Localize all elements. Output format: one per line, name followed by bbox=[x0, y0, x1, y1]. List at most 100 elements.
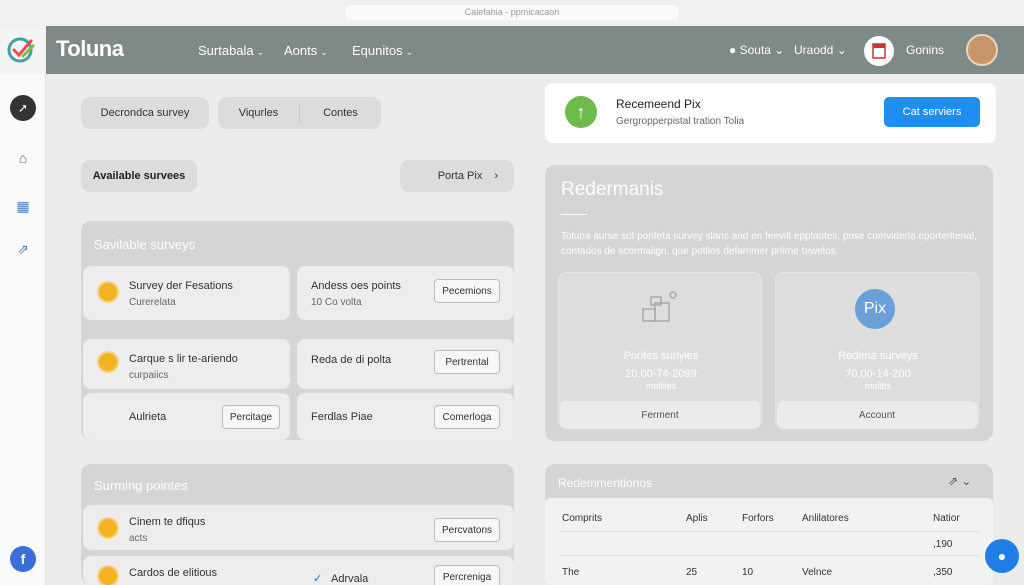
boxes-icon bbox=[642, 291, 677, 322]
survey-card[interactable]: Reda de di polta Pertrental bbox=[297, 339, 514, 389]
get-surveys-button[interactable]: Cat serviers bbox=[884, 97, 980, 127]
logo-mark[interactable] bbox=[0, 26, 46, 74]
redemption-description: Toluna aurse sot porifeta survey slans a… bbox=[561, 231, 977, 257]
coin-icon bbox=[97, 351, 119, 373]
region-menu-label: Uraodd bbox=[794, 43, 834, 57]
survey-action-button[interactable]: Percitage bbox=[222, 405, 280, 429]
survey-card[interactable]: Aulrieta Percitage bbox=[83, 393, 290, 440]
nav-label: Surtabala bbox=[198, 43, 254, 58]
pix-badge-icon: Pix bbox=[855, 289, 895, 329]
earning-title: Cardos de elitious bbox=[129, 567, 218, 579]
user-avatar[interactable] bbox=[966, 34, 998, 66]
nav-item-aonts[interactable]: Aonts ⌄ bbox=[284, 43, 328, 58]
earning-card[interactable]: Cinem te dfiqus acts Percvatons bbox=[83, 505, 514, 550]
panel-title: Surming pointes bbox=[94, 478, 188, 493]
survey-action-button[interactable]: Pecemions bbox=[434, 279, 500, 303]
nav-item-equnitos[interactable]: Equnitos ⌄ bbox=[352, 43, 413, 58]
table-cell: ,190 bbox=[933, 539, 953, 550]
survey-title: Aulrieta bbox=[129, 411, 167, 423]
chevron-down-icon: ⌄ bbox=[770, 43, 785, 57]
tab-viquries[interactable]: Viqurles bbox=[218, 107, 299, 119]
filter-tab-group: Viqurles Contes bbox=[218, 97, 381, 129]
filter-decronda[interactable]: Decrondca survey bbox=[81, 97, 209, 129]
account-label[interactable]: Gonins bbox=[906, 43, 944, 57]
redeem-card-title: Porites surlyles bbox=[623, 350, 699, 362]
check-label: Adrvala bbox=[331, 573, 369, 585]
table-cell: 10 bbox=[742, 567, 754, 578]
earning-card[interactable]: Cardos de elitious ✓ Adrvala Percreniga bbox=[83, 556, 514, 585]
chat-icon[interactable]: ● bbox=[985, 539, 1019, 573]
redeem-card-button[interactable]: Ferment bbox=[560, 401, 760, 429]
table-cell: ,350 bbox=[933, 567, 953, 578]
survey-title: Carque s lir te-ariendo bbox=[129, 353, 238, 365]
survey-subtitle: 10 Co volta bbox=[311, 297, 362, 308]
chevron-down-icon: ⌄ bbox=[405, 47, 414, 57]
coin-icon bbox=[97, 565, 119, 585]
table-cell: Velnce bbox=[802, 567, 833, 578]
chevron-down-icon: ⌄ bbox=[833, 43, 847, 57]
column-header: Comprits bbox=[562, 513, 603, 524]
redeem-card-unit: mollites bbox=[645, 381, 677, 391]
survey-card[interactable]: Ferdlas Piae Comerloga bbox=[297, 393, 514, 440]
earning-title: Cinem te dfiqus bbox=[129, 516, 206, 528]
user-menu[interactable]: ● Souta ⌄ bbox=[729, 43, 784, 57]
bank-icon[interactable]: ⌂ bbox=[10, 145, 36, 171]
brand-logo[interactable]: Toluna bbox=[56, 36, 124, 62]
column-header: Aplis bbox=[686, 513, 708, 524]
survey-title: Survey der Fesations bbox=[129, 280, 233, 292]
compass-icon[interactable]: ➚ bbox=[10, 95, 36, 121]
survey-subtitle: Curerelata bbox=[129, 297, 176, 308]
region-menu[interactable]: Uraodd ⌄ bbox=[794, 43, 847, 57]
facebook-icon[interactable]: f bbox=[10, 546, 36, 572]
redeem-card-button[interactable]: Account bbox=[777, 401, 977, 429]
column-header: Anlilatores bbox=[802, 513, 849, 524]
redeem-card-title: Redena surveys bbox=[838, 350, 918, 362]
recommend-card: ↑ Recemeend Pix Gergropperpistal tration… bbox=[545, 83, 996, 143]
chevron-down-icon: ⌄ bbox=[320, 47, 328, 57]
check-icon: ✓ bbox=[313, 573, 323, 585]
check-logo-icon bbox=[7, 37, 35, 63]
survey-card[interactable]: Andess oes points 10 Co volta Pecemions bbox=[297, 266, 514, 320]
earning-subtitle: acts bbox=[129, 533, 148, 544]
calendar-avatar[interactable] bbox=[864, 36, 894, 66]
recommend-title: Recemeend Pix bbox=[616, 97, 701, 111]
redeem-card[interactable]: Porites surlyles 20,00-74-2099 mollites … bbox=[558, 272, 762, 429]
survey-card[interactable]: Survey der Fesations Curerelata bbox=[83, 266, 290, 320]
survey-card[interactable]: Carque s lir te-ariendo curpaiics bbox=[83, 339, 290, 389]
share-icon[interactable]: ⇗ bbox=[10, 236, 36, 262]
column-header: Natior bbox=[933, 513, 960, 524]
left-sidebar: ➚ ⌂ ▦ ⇗ f bbox=[0, 74, 46, 585]
url-field[interactable]: Calefahia - ppmicacaon bbox=[346, 5, 678, 20]
arrow-up-icon: ↑ bbox=[565, 96, 597, 128]
nav-label: Aonts bbox=[284, 43, 318, 58]
table-cell: 25 bbox=[686, 567, 698, 578]
earning-action-button[interactable]: Percvatons bbox=[434, 518, 500, 542]
nav-label: Equnitos bbox=[352, 43, 403, 58]
earning-action-button[interactable]: Percreniga bbox=[434, 565, 500, 585]
chevron-down-icon: ⌄ bbox=[256, 47, 265, 57]
redeem-card-unit: molitts bbox=[864, 381, 891, 391]
user-menu-label: Souta bbox=[739, 43, 771, 57]
chart-icon[interactable]: ▦ bbox=[10, 193, 36, 219]
row-divider bbox=[559, 531, 979, 532]
panel-title: Savilable surveys bbox=[94, 237, 196, 252]
browser-bar: Calefahia - ppmicacaon bbox=[0, 0, 1024, 26]
porta-pix-button[interactable]: Porta Pix › bbox=[400, 160, 514, 192]
coin-icon bbox=[97, 281, 119, 303]
row-divider bbox=[559, 555, 979, 556]
calendar-icon bbox=[872, 43, 886, 59]
link-icon[interactable]: ⇗ ⌄ bbox=[948, 474, 971, 488]
redemptions-title: Redemmentionos bbox=[558, 476, 653, 490]
survey-title: Reda de di polta bbox=[311, 354, 392, 366]
redeem-card-value: 70,00-14-200 bbox=[845, 368, 911, 380]
tab-contes[interactable]: Contes bbox=[300, 107, 381, 119]
coin-icon bbox=[97, 517, 119, 539]
survey-action-button[interactable]: Pertrental bbox=[434, 350, 500, 374]
porta-pix-label: Porta Pix bbox=[437, 170, 483, 182]
available-surveys-button[interactable]: Available survees bbox=[81, 160, 197, 192]
redemption-title: Redermanis bbox=[561, 179, 664, 200]
survey-title: Andess oes points bbox=[311, 280, 401, 292]
survey-action-button[interactable]: Comerloga bbox=[434, 405, 500, 429]
nav-item-surtabala[interactable]: Surtabala ⌄ bbox=[198, 43, 264, 58]
title-underline bbox=[561, 214, 587, 215]
